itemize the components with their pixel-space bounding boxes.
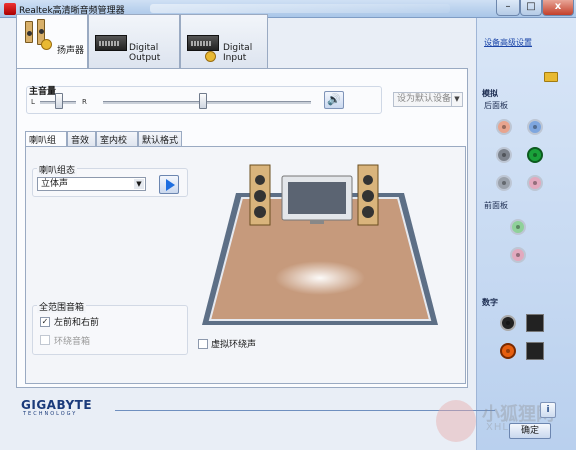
volume-speaker-icon: 🔊 <box>327 93 341 106</box>
balance-slider-thumb[interactable] <box>55 93 63 109</box>
play-test-button[interactable] <box>159 175 179 194</box>
volume-slider-thumb[interactable] <box>199 93 207 109</box>
mute-button[interactable]: 🔊 <box>324 91 344 109</box>
jack-back-pink[interactable] <box>527 175 543 191</box>
maximize-button[interactable]: □ <box>520 0 542 16</box>
tab-speakers-label: 扬声器 <box>57 46 85 56</box>
minimize-button[interactable]: – <box>496 0 520 16</box>
jack-back-blue[interactable] <box>527 119 543 135</box>
speaker-config-label: 喇叭组态 <box>37 163 78 176</box>
jack-digital-coax-in[interactable] <box>500 343 516 359</box>
info-button[interactable]: i <box>540 402 556 418</box>
virtual-surround-checkbox[interactable] <box>198 339 208 349</box>
digital-output-icon <box>95 35 127 51</box>
set-default-device-dropdown[interactable]: 设为默认设备 ▼ <box>393 92 463 107</box>
default-check-icon <box>205 51 216 62</box>
jack-back-gray[interactable] <box>496 147 512 163</box>
tab-digital-output-label: Digital Output <box>129 43 161 63</box>
watermark-fox-icon <box>436 400 476 442</box>
chevron-down-icon: ▼ <box>134 179 144 189</box>
folder-icon[interactable] <box>544 72 558 82</box>
tv-icon <box>281 175 353 224</box>
tab-speaker-configuration[interactable]: 喇叭组态 <box>25 131 67 159</box>
tab-room-correction[interactable]: 室内校正 <box>96 131 138 159</box>
main-volume-label: 主音量 <box>29 87 57 97</box>
chevron-down-icon: ▼ <box>451 93 462 106</box>
virtual-surround-label: 虚拟环绕声 <box>211 340 257 350</box>
surround-speakers-checkbox <box>40 335 50 345</box>
balance-left-label: L <box>31 98 35 106</box>
right-panel <box>476 18 576 450</box>
jack-back-orange[interactable] <box>496 119 512 135</box>
tab-digital-output[interactable]: Digital Output <box>88 14 180 68</box>
speaker-room-illustration <box>202 164 438 325</box>
front-left-right-checkbox[interactable]: ✓ <box>40 317 50 327</box>
jack-back-black[interactable] <box>496 175 512 191</box>
digital-heading: 数字 <box>482 298 498 307</box>
speaker-config-select[interactable]: 立体声 ▼ <box>37 177 146 191</box>
realtek-app-icon <box>4 3 16 15</box>
tab-digital-input-label: Digital Input <box>223 43 253 63</box>
listener-glow <box>275 261 365 295</box>
tab-sound-effects[interactable]: 音效 <box>67 131 96 146</box>
left-speaker-icon <box>249 164 271 226</box>
jack-front-green[interactable] <box>510 219 526 235</box>
back-panel-label: 后面板 <box>484 101 508 110</box>
ok-button[interactable]: 确定 <box>509 423 551 439</box>
close-button[interactable]: x <box>542 0 574 16</box>
jack-front-pink[interactable] <box>510 247 526 263</box>
gigabyte-logo: GIGABYTE <box>21 398 93 412</box>
set-default-device-label: 设为默认设备 <box>397 94 452 104</box>
jack-digital-optical-in[interactable] <box>526 342 544 360</box>
jack-back-green-active[interactable] <box>527 147 543 163</box>
surround-speakers-label: 环绕音箱 <box>54 337 91 347</box>
title-blur <box>150 4 450 13</box>
gigabyte-logo-sub: TECHNOLOGY <box>23 411 78 417</box>
volume-slider-track <box>103 101 311 104</box>
right-speaker-icon <box>357 164 379 226</box>
balance-right-label: R <box>82 98 87 106</box>
front-left-right-label: 左前和右前 <box>54 318 100 328</box>
tab-digital-input[interactable]: Digital Input <box>180 14 268 68</box>
speaker-config-value: 立体声 <box>41 179 69 189</box>
digital-input-icon <box>187 35 219 51</box>
tab-speakers[interactable]: 扬声器 <box>16 14 88 70</box>
default-check-icon <box>41 39 52 50</box>
front-panel-label: 前面板 <box>484 201 508 210</box>
speaker-icon <box>25 21 33 43</box>
jack-digital-optical-out[interactable] <box>526 314 544 332</box>
analog-heading: 模拟 <box>482 89 498 98</box>
advanced-settings-link[interactable]: 设备高级设置 <box>484 37 532 48</box>
tab-default-format[interactable]: 默认格式 <box>138 131 182 146</box>
full-range-label: 全范围音箱 <box>37 300 87 313</box>
jack-digital-coax-out[interactable] <box>500 315 516 331</box>
